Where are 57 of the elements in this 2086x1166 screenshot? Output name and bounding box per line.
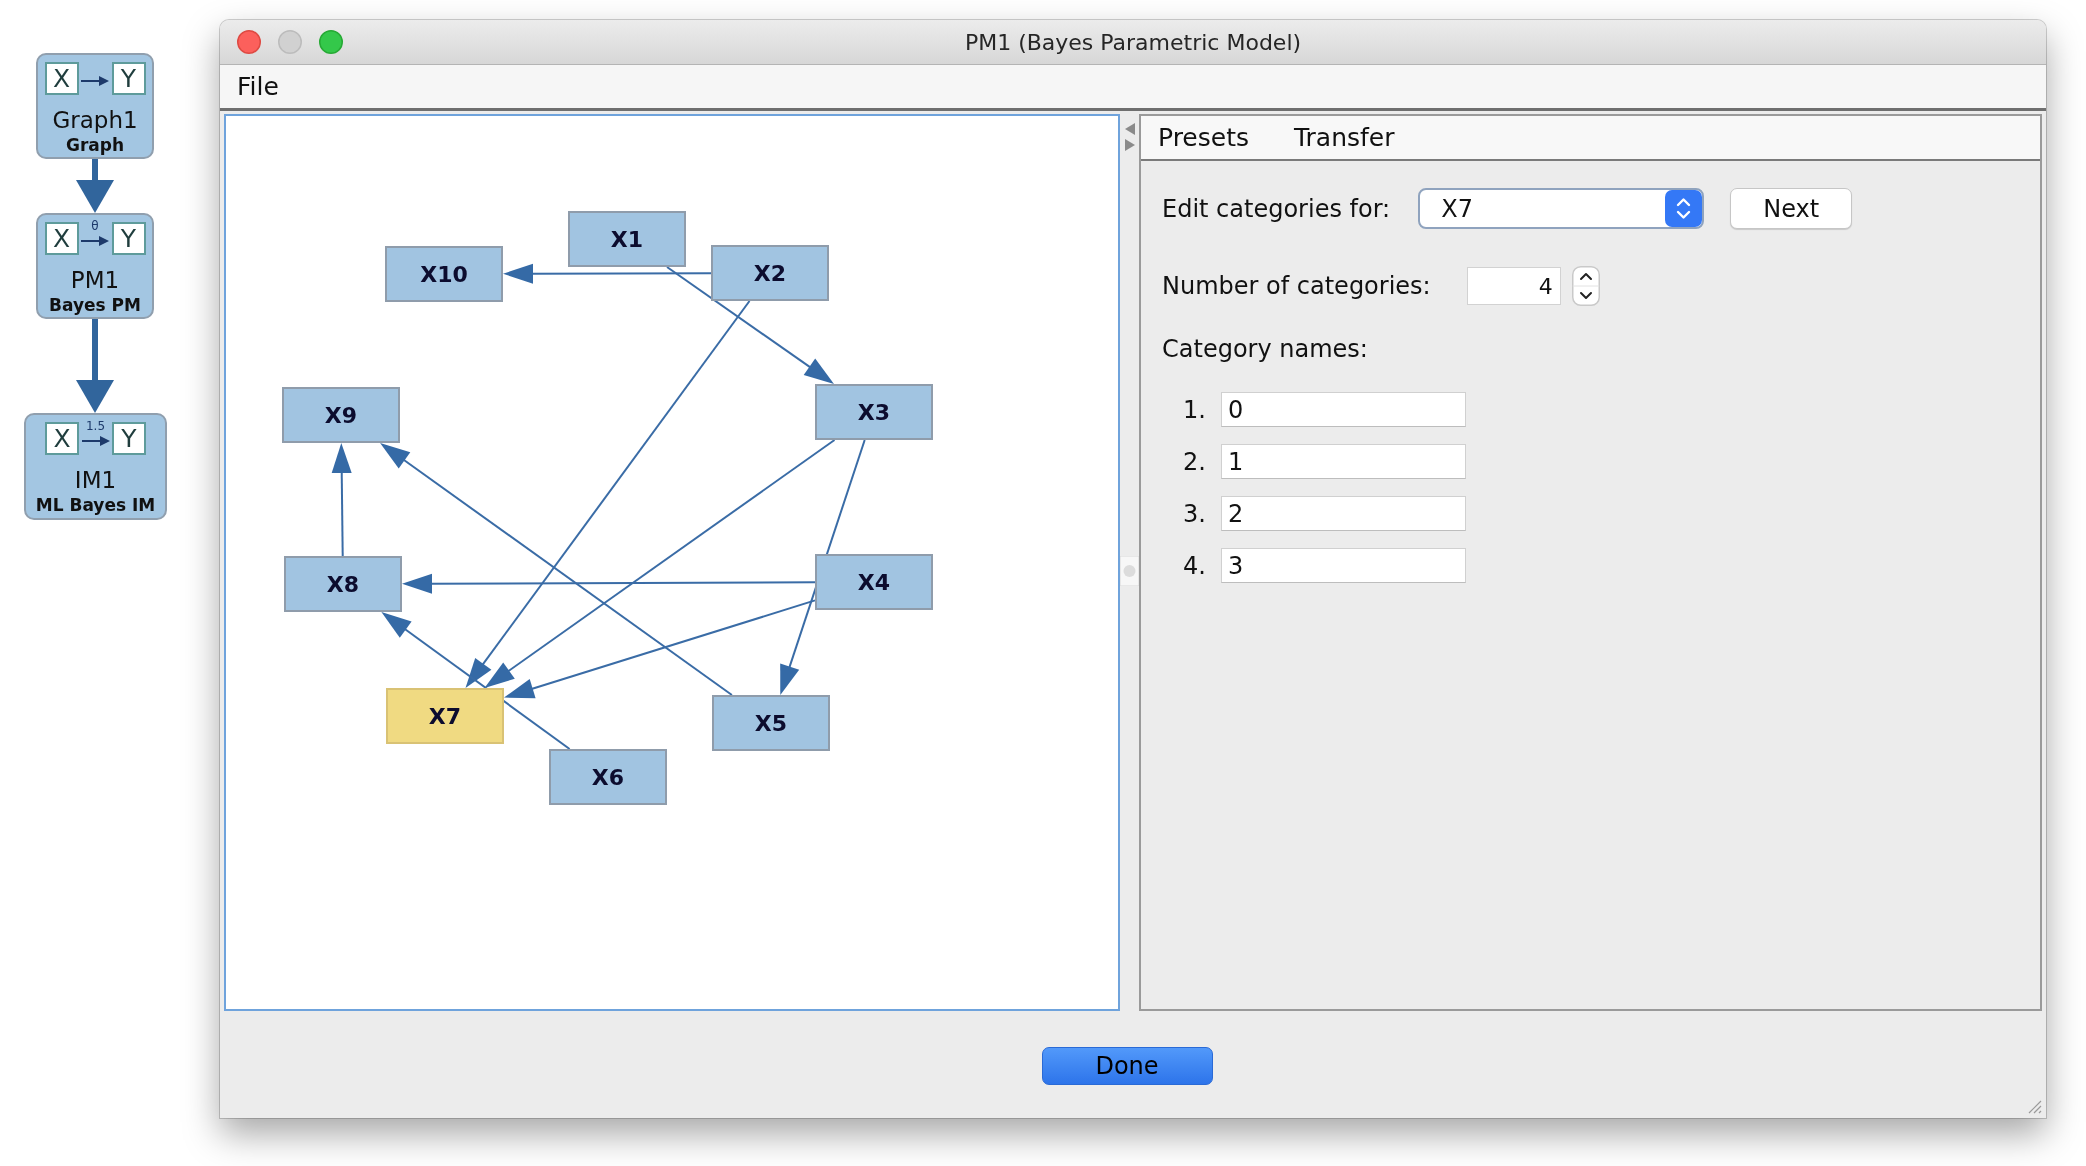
- graph-node[interactable]: X5: [712, 695, 830, 751]
- node-type: Graph: [65, 135, 125, 155]
- menu-item[interactable]: File: [237, 72, 279, 101]
- node-type: ML Bayes IM: [35, 495, 156, 515]
- node-name: IM1: [74, 466, 117, 494]
- right-arrow-icon: [81, 75, 109, 86]
- spinner-field[interactable]: 4: [1466, 267, 1561, 305]
- connector-arrow: [76, 159, 114, 213]
- menu-item[interactable]: Transfer: [1294, 123, 1395, 152]
- session-node[interactable]: X Y Graph1 Graph: [36, 53, 154, 159]
- graph-node[interactable]: X10: [385, 246, 503, 302]
- close-icon[interactable]: [237, 30, 261, 54]
- category-name-field[interactable]: 0: [1221, 392, 1466, 427]
- row-number: 4.: [1183, 551, 1207, 580]
- letter-tile: X: [44, 62, 79, 95]
- category-name-field[interactable]: 1: [1221, 444, 1466, 479]
- arrow-label: θ: [90, 219, 100, 233]
- letter-tile: Y: [112, 422, 146, 455]
- variable-dropdown[interactable]: X7: [1418, 188, 1705, 229]
- letter-tile: X: [45, 422, 79, 455]
- zoom-icon[interactable]: [319, 30, 343, 54]
- right-arrow-icon: [81, 435, 110, 446]
- node-type: Bayes PM: [49, 295, 141, 315]
- next-button[interactable]: Next: [1730, 188, 1853, 229]
- graph-node[interactable]: X7: [386, 688, 504, 744]
- resize-grip-icon[interactable]: [2026, 1098, 2042, 1114]
- node-name: Graph1: [52, 106, 138, 134]
- graph-node[interactable]: X3: [815, 384, 933, 440]
- field-label: Number of categories:: [1162, 271, 1431, 301]
- right-arrow-icon: [81, 235, 109, 246]
- right-triangle-icon[interactable]: [1124, 139, 1135, 151]
- field-label: Edit categories for:: [1162, 193, 1391, 224]
- category-name-field[interactable]: 3: [1221, 548, 1466, 583]
- graph-node[interactable]: X8: [284, 556, 402, 612]
- field-label: Category names:: [1162, 334, 1368, 364]
- session-node[interactable]: X θ Y PM1 Bayes PM: [36, 213, 154, 319]
- arrow-label: 1.5: [84, 419, 107, 433]
- row-number: 2.: [1183, 447, 1207, 476]
- graph-node[interactable]: X1: [568, 211, 686, 267]
- letter-tile: Y: [111, 62, 146, 95]
- row-number: 1.: [1183, 395, 1207, 424]
- session-node[interactable]: X 1.5 Y IM1 ML Bayes IM: [24, 413, 167, 520]
- category-name-field[interactable]: 2: [1221, 496, 1466, 531]
- done-button[interactable]: Done: [1041, 1047, 1213, 1085]
- letter-tile: Y: [111, 222, 146, 255]
- graph-node[interactable]: X4: [815, 554, 933, 610]
- up-down-arrows-icon[interactable]: [1571, 266, 1600, 306]
- left-triangle-icon[interactable]: [1124, 123, 1135, 135]
- graph-node[interactable]: X2: [711, 245, 829, 301]
- letter-tile: X: [44, 222, 79, 255]
- menu-item[interactable]: Presets: [1158, 123, 1249, 152]
- window-title: PM1 (Bayes Parametric Model): [964, 29, 1302, 55]
- node-name: PM1: [70, 266, 120, 294]
- graph-node[interactable]: X6: [549, 749, 667, 805]
- graph-node[interactable]: X9: [282, 387, 400, 443]
- updown-chevron-icon: [1665, 190, 1703, 227]
- row-number: 3.: [1183, 499, 1207, 528]
